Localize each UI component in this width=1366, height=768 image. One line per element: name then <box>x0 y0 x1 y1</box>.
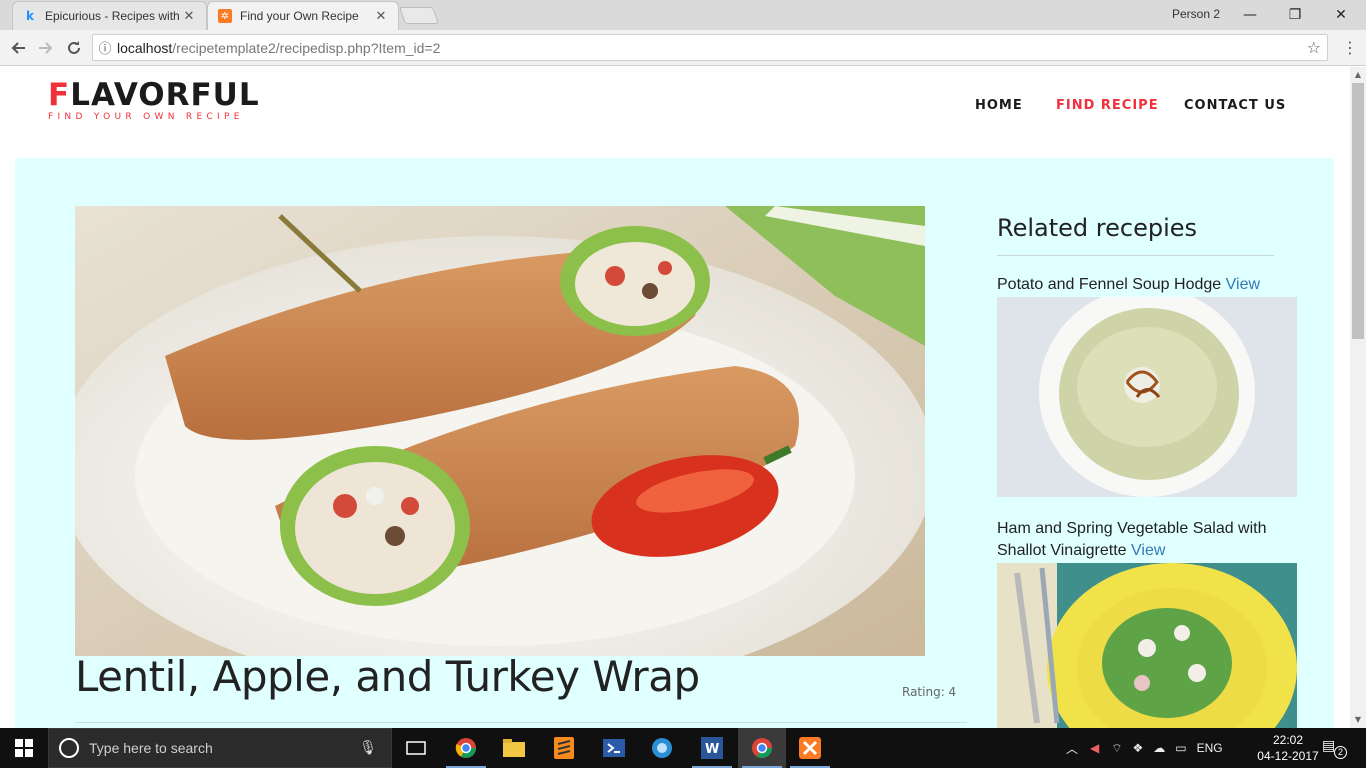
nav-home[interactable]: HOME <box>975 98 1023 113</box>
logo-rest: LAVORFUL <box>70 77 260 113</box>
browser-tabstrip: k Epicurious - Recipes with ✕ ✲ Find you… <box>0 0 1366 30</box>
clock-date: 04-12-2017 <box>1257 749 1319 763</box>
language-indicator[interactable]: ENG <box>1197 741 1223 755</box>
forward-icon[interactable] <box>34 36 58 60</box>
restore-icon[interactable]: ❐ <box>1272 0 1318 30</box>
browser-toolbar: ⓘ localhost/recipetemplate2/recipedisp.p… <box>0 30 1366 66</box>
close-tab-icon[interactable]: ✕ <box>182 9 196 24</box>
windows-taskbar: Type here to search 🎙 W ︿ ◀ ⌔ ❖ ☁ ▭ ENG … <box>0 728 1366 768</box>
bookmark-star-icon[interactable]: ☆ <box>1307 38 1321 57</box>
divider <box>997 255 1274 256</box>
wifi-icon[interactable]: ⌔ <box>1111 741 1122 756</box>
related-item-image[interactable] <box>997 563 1297 728</box>
taskbar-search-input[interactable]: Type here to search 🎙 <box>48 728 392 768</box>
powershell-icon[interactable] <box>590 728 638 768</box>
scroll-up-icon[interactable]: ▲ <box>1350 67 1366 83</box>
site-logo[interactable]: FLAVORFUL FIND YOUR OWN RECIPE <box>48 79 260 122</box>
related-item-2: Ham and Spring Vegetable Salad with Shal… <box>997 518 1297 562</box>
task-view-icon[interactable] <box>392 728 440 768</box>
chrome-menu-icon[interactable]: ⋮ <box>1342 38 1358 57</box>
tab-epicurious[interactable]: k Epicurious - Recipes with ✕ <box>12 1 207 30</box>
url-text: localhost/recipetemplate2/recipedisp.php… <box>117 40 440 56</box>
url-path: /recipetemplate2/recipedisp.php?Item_id=… <box>172 39 441 56</box>
related-item-name: Potato and Fennel Soup Hodge <box>997 276 1222 293</box>
logo-tagline: FIND YOUR OWN RECIPE <box>48 112 244 122</box>
xampp-app-icon[interactable] <box>786 728 834 768</box>
volume-muted-icon[interactable]: ◀ <box>1090 741 1099 755</box>
microphone-icon[interactable]: 🎙 <box>359 740 377 756</box>
xampp-favicon-icon: ✲ <box>218 9 232 23</box>
nav-contact-us[interactable]: CONTACT US <box>1184 98 1286 113</box>
svg-text:W: W <box>705 742 719 757</box>
tab-find-recipe[interactable]: ✲ Find your Own Recipe ✕ <box>207 1 399 30</box>
divider <box>75 722 967 723</box>
address-bar[interactable]: ⓘ localhost/recipetemplate2/recipedisp.p… <box>92 34 1328 61</box>
show-hidden-icons-icon[interactable]: ︿ <box>1066 740 1078 757</box>
logo-text: FLAVORFUL <box>48 79 260 111</box>
cortana-icon <box>59 738 79 758</box>
notification-center-icon[interactable]: ▤ 2 <box>1322 738 1347 759</box>
related-view-link[interactable]: View <box>1226 276 1260 293</box>
recipe-rating: Rating: 4 <box>902 685 957 699</box>
profile-label[interactable]: Person 2 <box>1172 7 1220 21</box>
onedrive-icon[interactable]: ☁ <box>1153 741 1165 755</box>
url-host: localhost <box>117 39 173 56</box>
logo-first-letter: F <box>48 77 71 113</box>
taskbar-clock[interactable]: 22:02 04-12-2017 <box>1254 732 1322 764</box>
related-item-1: Potato and Fennel Soup Hodge View <box>997 274 1297 296</box>
nav-find-recipe[interactable]: FIND RECIPE <box>1056 98 1159 113</box>
word-app-icon[interactable]: W <box>688 728 736 768</box>
chrome-person2-icon[interactable] <box>738 728 786 768</box>
k-favicon-icon: k <box>26 9 34 23</box>
file-explorer-icon[interactable] <box>490 728 538 768</box>
windows-start-icon[interactable] <box>0 728 48 768</box>
battery-icon[interactable]: ▭ <box>1175 741 1186 755</box>
clock-time: 22:02 <box>1272 733 1304 747</box>
network-app-icon[interactable] <box>638 728 686 768</box>
new-tab-button[interactable] <box>398 7 440 24</box>
related-view-link[interactable]: View <box>1131 542 1165 559</box>
minimize-icon[interactable]: — <box>1227 0 1273 30</box>
notification-count: 2 <box>1334 746 1347 759</box>
scroll-down-icon[interactable]: ▼ <box>1350 712 1366 728</box>
close-window-icon[interactable]: ✕ <box>1318 0 1364 30</box>
system-tray: ︿ ◀ ⌔ ❖ ☁ ▭ ENG <box>1066 728 1223 768</box>
tab-title: Epicurious - Recipes with <box>45 9 180 23</box>
close-tab-icon[interactable]: ✕ <box>374 9 388 24</box>
page-scrollbar[interactable]: ▲ ▼ <box>1350 67 1366 728</box>
dropbox-icon[interactable]: ❖ <box>1133 741 1144 755</box>
back-icon[interactable] <box>6 36 30 60</box>
recipe-image <box>75 206 925 656</box>
search-placeholder: Type here to search <box>89 740 213 756</box>
related-heading: Related recepies <box>997 214 1198 242</box>
related-item-image[interactable] <box>997 297 1297 497</box>
chrome-app-icon[interactable] <box>442 728 490 768</box>
info-icon[interactable]: ⓘ <box>93 38 117 57</box>
reload-icon[interactable] <box>62 36 86 60</box>
recipe-title: Lentil, Apple, and Turkey Wrap <box>75 652 700 701</box>
sublime-text-icon[interactable] <box>540 728 588 768</box>
tab-title: Find your Own Recipe <box>240 9 359 23</box>
page-viewport: FLAVORFUL FIND YOUR OWN RECIPE HOME FIND… <box>0 67 1350 728</box>
scrollbar-thumb[interactable] <box>1352 83 1364 339</box>
